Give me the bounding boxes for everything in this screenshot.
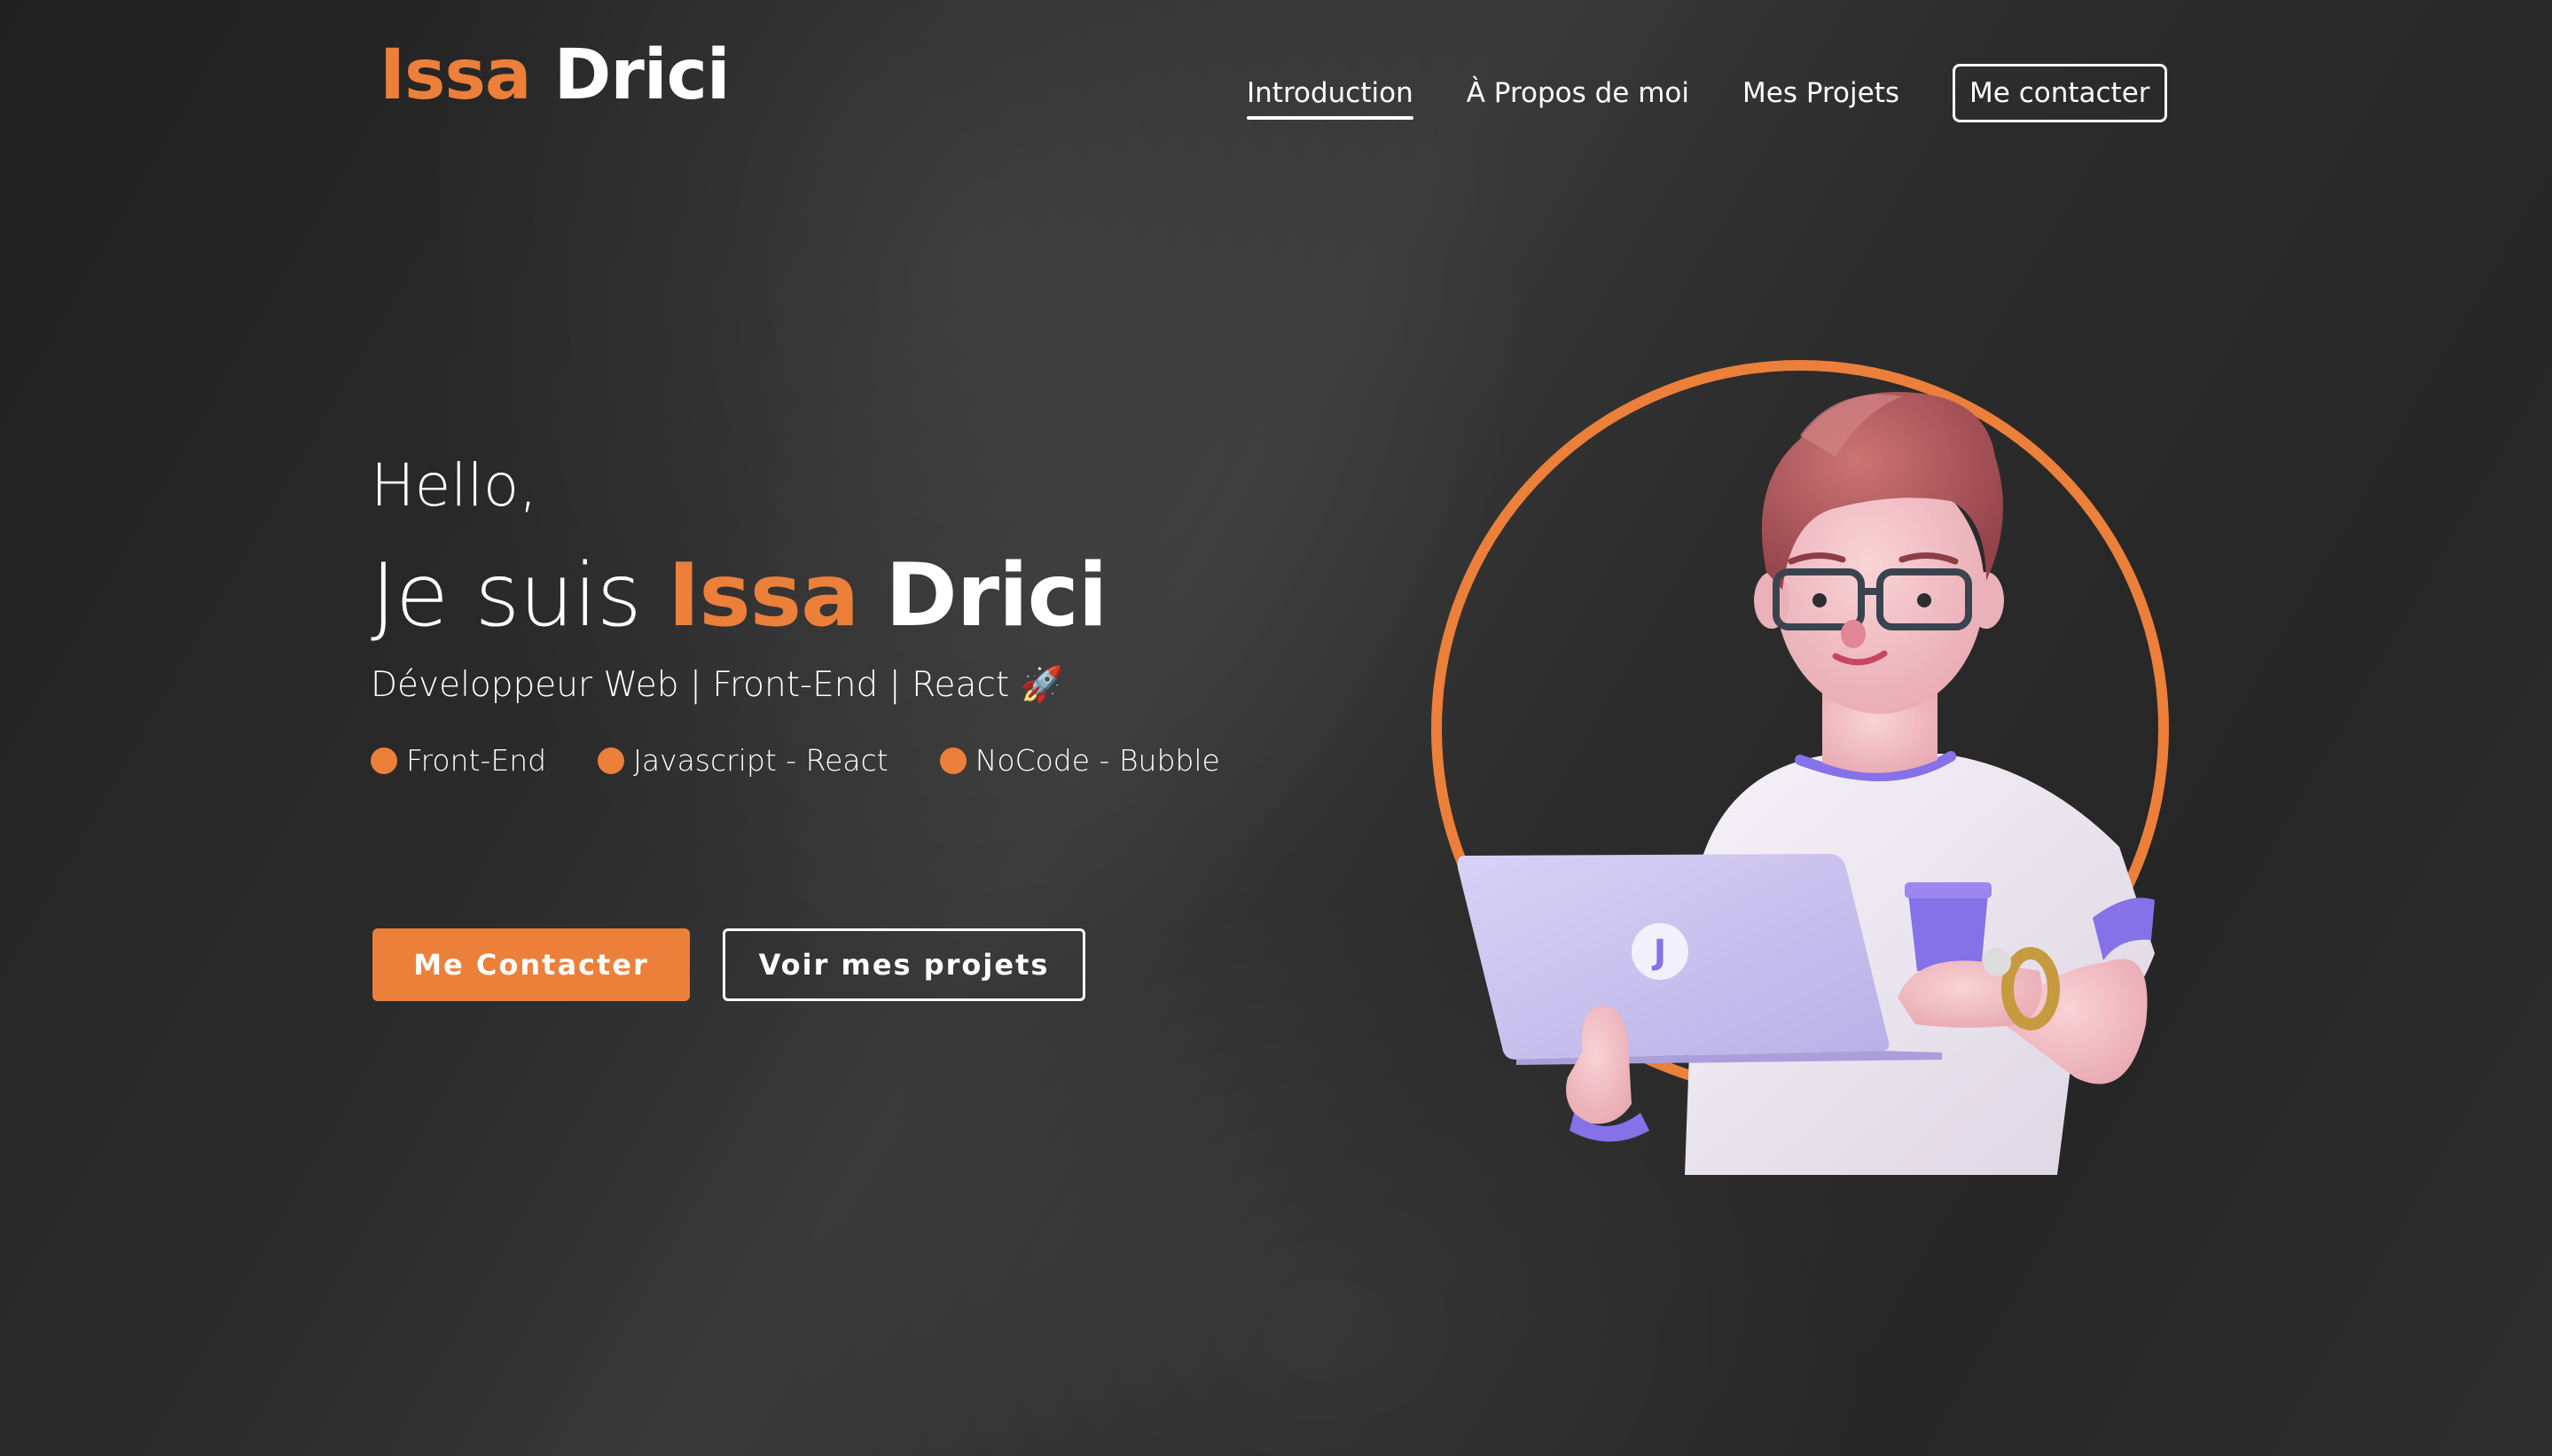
skill-item: Front-End [371,743,546,778]
hero-greeting: Hello, [371,451,538,520]
logo-last-name: Drici [553,35,731,115]
nav-link-introduction[interactable]: Introduction [1247,75,1413,120]
main-nav: Introduction À Propos de moi Mes Projets… [1247,64,2167,122]
contact-me-button[interactable]: Me Contacter [372,928,690,1001]
skill-label: Javascript - React [633,743,889,778]
hero-role: Développeur Web | Front-End | React 🚀 [371,665,1064,705]
skill-label: Front-End [406,743,547,778]
bullet-dot-icon [939,747,967,774]
bullet-dot-icon [371,747,397,774]
nav-link-about[interactable]: À Propos de moi [1467,75,1689,111]
bullet-dot-icon [598,747,625,774]
site-logo[interactable]: Issa Drici [380,34,731,117]
hero-headline: Je suis Issa Drici [371,543,1108,649]
view-projects-button[interactable]: Voir mes projets [723,928,1085,1001]
avatar-illustration: J [1431,360,2169,1175]
hero-first-name: Issa [667,545,859,646]
nav-link-projects[interactable]: Mes Projets [1742,75,1899,111]
logo-first-name: Issa [380,35,532,115]
hero-intro: Je suis [371,545,642,646]
skill-item: Javascript - React [598,743,889,778]
skill-item: NoCode - Bubble [939,743,1220,778]
skill-label: NoCode - Bubble [975,743,1220,778]
laptop-logo-text: J [1651,933,1666,972]
cup-lid [1905,882,1992,898]
cup [1908,893,1988,971]
skills-list: Front-End Javascript - React NoCode - Bu… [371,743,1272,778]
hero-last-name: Drici [885,545,1108,646]
nav-contact-button[interactable]: Me contacter [1953,64,2167,122]
